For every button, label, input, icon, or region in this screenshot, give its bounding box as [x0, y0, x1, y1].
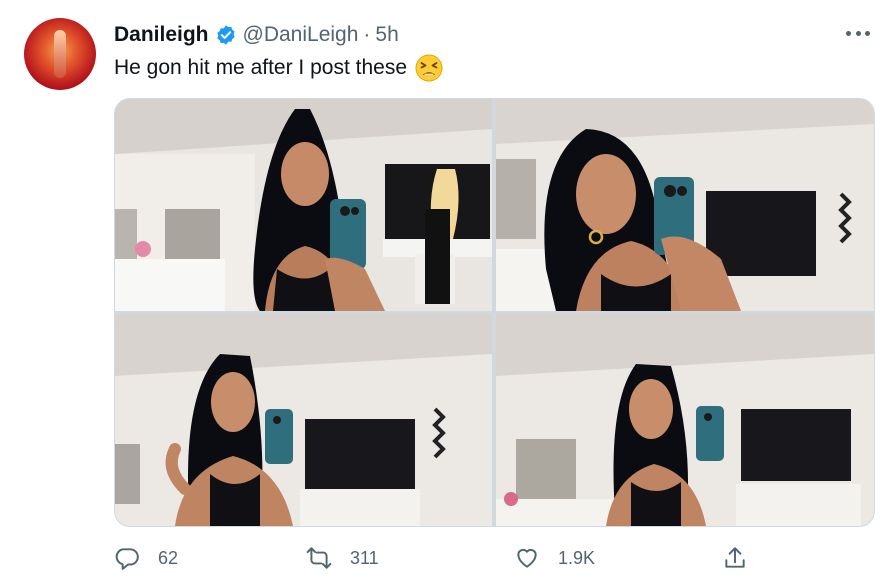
photo-4-image: [496, 314, 874, 526]
tweet-header: Danileigh @DaniLeigh · 5h: [114, 22, 399, 48]
tweet-text-content: He gon hit me after I post these: [114, 56, 407, 79]
photo-4[interactable]: [496, 314, 874, 526]
more-options-button[interactable]: [846, 26, 870, 40]
avatar[interactable]: [24, 18, 96, 90]
tweet-text: He gon hit me after I post these: [114, 54, 443, 82]
reply-icon: [115, 548, 139, 570]
photo-2[interactable]: [496, 99, 874, 311]
photo-1-image: [115, 99, 492, 311]
like-button[interactable]: 1.9K: [514, 543, 595, 573]
like-count: 1.9K: [558, 547, 596, 568]
photo-3-image: [115, 314, 492, 526]
avatar-figure: [54, 30, 66, 78]
more-dot: [855, 30, 861, 36]
reply-count: 62: [158, 547, 179, 568]
retweet-button[interactable]: 311: [306, 543, 379, 573]
tweet-actions: 62 311 1.9K: [114, 543, 754, 573]
media-grid: [114, 98, 875, 527]
heart-icon: [517, 548, 537, 568]
more-dot: [865, 30, 870, 36]
photo-2-image: [496, 99, 874, 311]
reply-button[interactable]: 62: [114, 543, 178, 573]
display-name[interactable]: Danileigh: [114, 23, 209, 47]
more-dot: [846, 30, 851, 36]
photo-3[interactable]: [115, 314, 492, 526]
verified-badge-icon: [216, 25, 235, 45]
timestamp[interactable]: 5h: [375, 23, 398, 47]
photo-1[interactable]: [115, 99, 492, 311]
separator-dot: ·: [363, 23, 371, 46]
share-button[interactable]: [722, 543, 748, 573]
handle[interactable]: @DaniLeigh: [243, 23, 359, 47]
share-icon: [725, 547, 745, 568]
tired-face-emoji-icon: [415, 54, 443, 82]
retweet-icon: [306, 547, 332, 569]
retweet-count: 311: [350, 547, 379, 568]
